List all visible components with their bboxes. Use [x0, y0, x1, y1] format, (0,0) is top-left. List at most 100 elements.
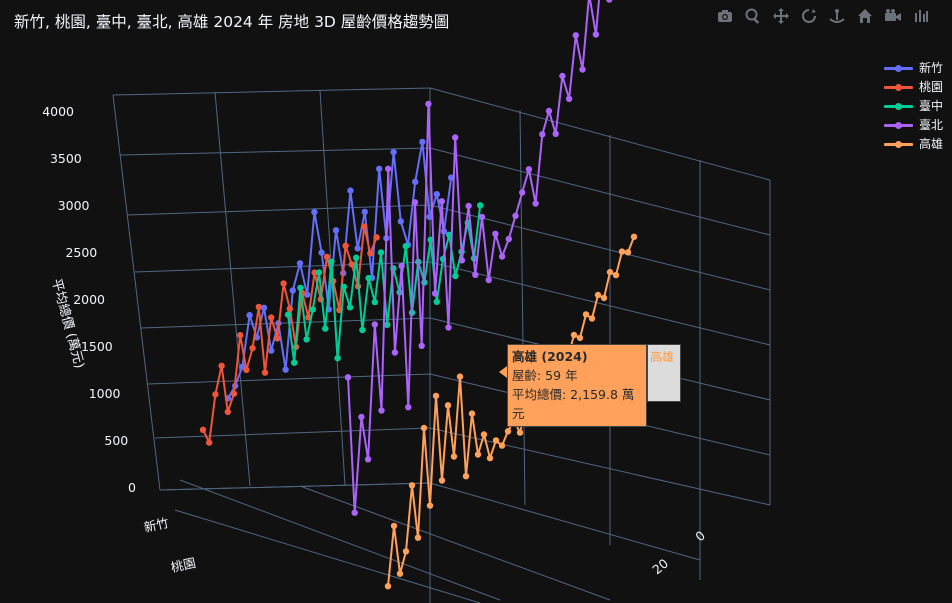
data-point[interactable]: [485, 276, 492, 284]
data-point[interactable]: [364, 456, 372, 463]
data-point[interactable]: [600, 294, 608, 302]
data-point[interactable]: [249, 344, 256, 352]
data-point[interactable]: [433, 298, 440, 305]
data-point[interactable]: [606, 268, 614, 276]
data-point[interactable]: [545, 107, 553, 115]
data-point[interactable]: [432, 392, 440, 400]
data-point[interactable]: [255, 303, 262, 311]
legend-item[interactable]: 臺中: [884, 96, 943, 115]
data-point[interactable]: [280, 280, 287, 287]
data-point[interactable]: [315, 269, 323, 276]
data-point[interactable]: [433, 191, 440, 198]
data-point[interactable]: [268, 347, 275, 354]
data-point[interactable]: [347, 187, 354, 194]
data-point[interactable]: [334, 355, 341, 362]
data-point[interactable]: [365, 274, 372, 282]
data-point[interactable]: [348, 261, 355, 268]
data-point[interactable]: [592, 31, 600, 38]
data-point[interactable]: [425, 100, 432, 108]
data-point[interactable]: [402, 243, 409, 250]
data-point[interactable]: [431, 290, 439, 297]
data-point[interactable]: [206, 439, 213, 446]
data-point[interactable]: [606, 0, 613, 3]
data-point[interactable]: [218, 362, 225, 369]
data-point[interactable]: [472, 271, 479, 278]
data-point[interactable]: [346, 304, 354, 311]
data-point[interactable]: [309, 306, 316, 313]
data-point[interactable]: [367, 250, 374, 257]
data-point[interactable]: [462, 473, 470, 480]
data-point[interactable]: [408, 482, 416, 489]
data-point[interactable]: [230, 390, 238, 397]
data-point[interactable]: [385, 165, 392, 172]
data-point[interactable]: [340, 283, 347, 290]
data-point[interactable]: [318, 249, 325, 256]
data-point[interactable]: [282, 366, 289, 373]
data-point[interactable]: [342, 242, 349, 249]
data-point[interactable]: [465, 202, 472, 210]
data-point[interactable]: [371, 298, 378, 306]
data-point[interactable]: [452, 134, 459, 141]
legend-item[interactable]: 臺北: [884, 115, 943, 134]
data-point[interactable]: [426, 502, 434, 509]
data-point[interactable]: [565, 95, 573, 103]
data-point[interactable]: [539, 131, 546, 138]
data-point[interactable]: [559, 72, 566, 80]
data-point[interactable]: [512, 212, 519, 219]
data-point[interactable]: [377, 249, 385, 256]
data-point[interactable]: [358, 413, 365, 421]
data-point[interactable]: [243, 366, 250, 374]
data-point[interactable]: [354, 245, 361, 252]
data-point[interactable]: [297, 284, 304, 291]
data-point[interactable]: [419, 138, 426, 146]
data-point[interactable]: [212, 391, 219, 398]
data-point[interactable]: [552, 130, 559, 137]
data-point[interactable]: [474, 451, 482, 458]
data-point[interactable]: [405, 404, 412, 411]
data-point[interactable]: [359, 326, 366, 334]
data-point[interactable]: [519, 189, 526, 196]
data-point[interactable]: [396, 570, 404, 577]
data-point[interactable]: [456, 373, 464, 380]
data-point[interactable]: [398, 262, 405, 270]
data-point[interactable]: [478, 213, 486, 221]
data-point[interactable]: [445, 324, 452, 331]
data-point[interactable]: [384, 583, 392, 590]
data-point[interactable]: [328, 258, 335, 265]
data-point[interactable]: [505, 235, 512, 243]
data-point[interactable]: [458, 257, 466, 264]
data-point[interactable]: [361, 223, 368, 230]
data-point[interactable]: [468, 410, 476, 417]
data-point[interactable]: [351, 509, 358, 516]
data-point[interactable]: [237, 332, 244, 339]
3d-scene[interactable]: 0 500 1000 1500 2000 2500 3000 3500 4000 平均總價 (萬…: [0, 0, 952, 603]
data-point[interactable]: [450, 453, 458, 460]
data-point[interactable]: [289, 287, 296, 294]
data-point[interactable]: [576, 334, 584, 342]
data-point[interactable]: [373, 234, 380, 241]
data-point[interactable]: [414, 534, 422, 541]
data-point[interactable]: [332, 227, 340, 234]
data-point[interactable]: [612, 271, 620, 279]
data-point[interactable]: [452, 272, 459, 280]
data-point[interactable]: [353, 254, 360, 261]
data-point[interactable]: [418, 342, 425, 349]
data-point[interactable]: [444, 402, 452, 409]
data-point[interactable]: [311, 208, 318, 216]
data-point[interactable]: [504, 428, 512, 435]
data-point[interactable]: [582, 311, 590, 318]
data-point[interactable]: [284, 311, 292, 318]
data-point[interactable]: [261, 369, 269, 376]
data-point[interactable]: [486, 454, 494, 462]
data-point[interactable]: [268, 314, 275, 321]
data-point[interactable]: [322, 325, 329, 332]
data-point[interactable]: [323, 253, 331, 260]
data-point[interactable]: [286, 305, 293, 312]
data-point[interactable]: [390, 148, 397, 156]
data-point[interactable]: [532, 200, 539, 207]
data-point[interactable]: [402, 548, 410, 555]
data-point[interactable]: [391, 349, 399, 356]
data-point[interactable]: [224, 408, 231, 416]
legend-item[interactable]: 新竹: [884, 58, 943, 77]
data-point[interactable]: [624, 249, 632, 256]
